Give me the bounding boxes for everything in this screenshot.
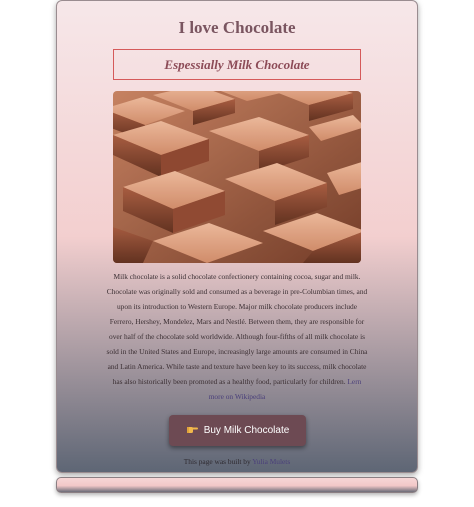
author-link[interactable]: Yulia Mulets xyxy=(252,457,290,466)
page-subtitle: Espessially Milk Chocolate xyxy=(164,56,310,72)
credit-prefix: This page was built by xyxy=(183,457,251,466)
pointing-hand-icon xyxy=(186,424,198,437)
content-card: I love Chocolate Espessially Milk Chocol… xyxy=(56,0,418,473)
buy-milk-chocolate-button[interactable]: Buy Milk Chocolate xyxy=(169,415,306,446)
page-title: I love Chocolate xyxy=(178,18,296,37)
description-text: Milk chocolate is a solid chocolate conf… xyxy=(106,272,368,386)
description: Milk chocolate is a solid chocolate conf… xyxy=(106,269,368,404)
chocolate-bar-image xyxy=(113,91,361,263)
credit-line: This page was built by Yulia Mulets xyxy=(57,457,417,466)
buy-button-label: Buy Milk Chocolate xyxy=(203,425,290,436)
hero-image xyxy=(113,91,361,263)
subtitle-box: Espessially Milk Chocolate xyxy=(113,49,361,80)
footer-bar xyxy=(56,477,418,493)
